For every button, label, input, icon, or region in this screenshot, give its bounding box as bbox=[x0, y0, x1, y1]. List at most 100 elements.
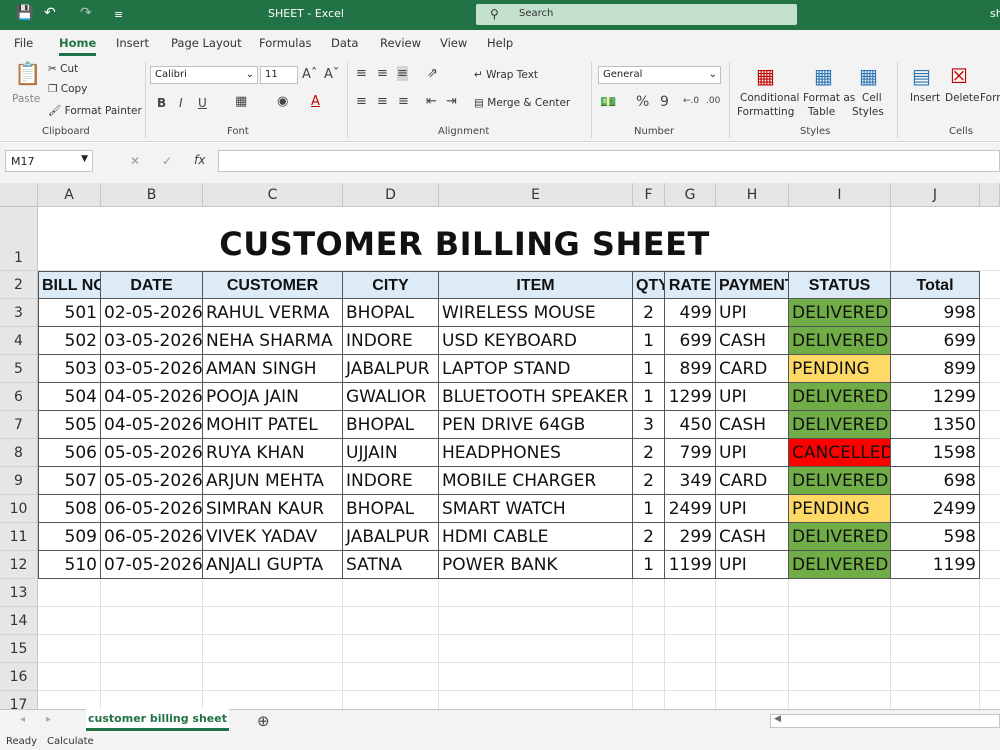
table-cell[interactable]: CARD bbox=[716, 355, 789, 383]
table-cell[interactable]: MOHIT PATEL bbox=[203, 411, 343, 439]
status-cell[interactable]: DELIVERED bbox=[789, 327, 891, 355]
table-cell[interactable]: 598 bbox=[891, 523, 980, 551]
table-cell[interactable]: 03-05-2026 bbox=[101, 327, 203, 355]
header-cell[interactable]: CITY bbox=[343, 271, 439, 299]
undo-icon[interactable]: ↶ bbox=[44, 5, 56, 21]
wrap-text-button[interactable]: ↵ Wrap Text bbox=[474, 69, 538, 81]
table-cell[interactable]: INDORE bbox=[343, 327, 439, 355]
status-cell[interactable]: PENDING bbox=[789, 355, 891, 383]
table-cell[interactable]: MOBILE CHARGER bbox=[439, 467, 633, 495]
table-cell[interactable]: 502 bbox=[38, 327, 101, 355]
horizontal-scrollbar[interactable]: ◀ bbox=[770, 714, 1000, 728]
table-cell[interactable]: UPI bbox=[716, 299, 789, 327]
table-cell[interactable]: 1350 bbox=[891, 411, 980, 439]
table-cell[interactable]: CASH bbox=[716, 411, 789, 439]
select-all-corner[interactable] bbox=[0, 183, 38, 207]
table-cell[interactable]: 799 bbox=[665, 439, 716, 467]
column-header-c[interactable]: C bbox=[203, 183, 343, 207]
header-cell[interactable]: PAYMENT bbox=[716, 271, 789, 299]
top-align-icon[interactable]: ≡ bbox=[356, 66, 367, 81]
tab-page-layout[interactable]: Page Layout bbox=[171, 36, 242, 50]
name-box[interactable]: M17 ▼ bbox=[5, 150, 93, 172]
table-cell[interactable]: 508 bbox=[38, 495, 101, 523]
table-cell[interactable]: BHOPAL bbox=[343, 299, 439, 327]
row-header-12[interactable]: 12 bbox=[0, 551, 38, 579]
table-cell[interactable]: 02-05-2026 bbox=[101, 299, 203, 327]
table-cell[interactable]: 699 bbox=[665, 327, 716, 355]
sheet-tab-customer-billing-sheet[interactable]: customer billing sheet bbox=[86, 709, 229, 731]
tab-formulas[interactable]: Formulas bbox=[259, 36, 312, 50]
table-cell[interactable]: 2499 bbox=[665, 495, 716, 523]
row-header-10[interactable]: 10 bbox=[0, 495, 38, 523]
paste-button[interactable]: Paste bbox=[12, 93, 40, 105]
scroll-right-icon[interactable]: ▸ bbox=[46, 714, 51, 725]
merge-center-button[interactable]: ▤ Merge & Center bbox=[474, 97, 570, 109]
search-box[interactable]: ⚲ Search bbox=[476, 4, 797, 25]
table-cell[interactable]: 698 bbox=[891, 467, 980, 495]
middle-align-icon[interactable]: ≡ bbox=[377, 66, 388, 81]
row-header-5[interactable]: 5 bbox=[0, 355, 38, 383]
table-cell[interactable]: CASH bbox=[716, 327, 789, 355]
decrease-indent-icon[interactable]: ⇤ bbox=[426, 94, 437, 109]
table-cell[interactable]: 1299 bbox=[891, 383, 980, 411]
table-cell[interactable]: 499 bbox=[665, 299, 716, 327]
user-account[interactable]: sh bbox=[990, 7, 1000, 20]
table-cell[interactable]: 2 bbox=[633, 467, 665, 495]
bottom-align-icon[interactable]: ≡ bbox=[397, 66, 408, 81]
table-cell[interactable]: 2499 bbox=[891, 495, 980, 523]
table-cell[interactable]: BHOPAL bbox=[343, 411, 439, 439]
status-cell[interactable]: DELIVERED bbox=[789, 551, 891, 579]
column-header-i[interactable]: I bbox=[789, 183, 891, 207]
table-cell[interactable]: 1199 bbox=[891, 551, 980, 579]
font-color-button[interactable]: A bbox=[311, 94, 320, 109]
format-cells-button[interactable]: Form bbox=[980, 92, 1000, 104]
table-cell[interactable]: 05-05-2026 bbox=[101, 467, 203, 495]
orientation-icon[interactable]: ⇗ bbox=[427, 66, 438, 81]
comma-button[interactable]: 9 bbox=[660, 94, 669, 110]
row-header-4[interactable]: 4 bbox=[0, 327, 38, 355]
tab-home[interactable]: Home bbox=[59, 36, 97, 56]
table-cell[interactable]: 504 bbox=[38, 383, 101, 411]
table-cell[interactable]: 1199 bbox=[665, 551, 716, 579]
table-cell[interactable]: 503 bbox=[38, 355, 101, 383]
status-calculate[interactable]: Calculate bbox=[47, 736, 94, 747]
bold-button[interactable]: B bbox=[157, 96, 166, 110]
status-cell[interactable]: PENDING bbox=[789, 495, 891, 523]
decrease-font-icon[interactable]: Aˇ bbox=[324, 67, 339, 82]
header-cell[interactable]: STATUS bbox=[789, 271, 891, 299]
table-cell[interactable]: LAPTOP STAND bbox=[439, 355, 633, 383]
align-center-icon[interactable]: ≡ bbox=[377, 94, 388, 109]
align-left-icon[interactable]: ≡ bbox=[356, 94, 367, 109]
status-cell[interactable]: CANCELLED bbox=[789, 439, 891, 467]
table-cell[interactable]: CASH bbox=[716, 523, 789, 551]
table-cell[interactable]: 899 bbox=[891, 355, 980, 383]
column-header-d[interactable]: D bbox=[343, 183, 439, 207]
row-header-17[interactable]: 17 bbox=[0, 691, 38, 709]
table-cell[interactable]: NEHA SHARMA bbox=[203, 327, 343, 355]
scroll-left-arrow-icon[interactable]: ◀ bbox=[774, 714, 781, 724]
row-header-3[interactable]: 3 bbox=[0, 299, 38, 327]
table-cell[interactable]: UPI bbox=[716, 551, 789, 579]
status-cell[interactable]: DELIVERED bbox=[789, 523, 891, 551]
table-cell[interactable]: 510 bbox=[38, 551, 101, 579]
column-header-e[interactable]: E bbox=[439, 183, 633, 207]
table-cell[interactable]: 04-05-2026 bbox=[101, 383, 203, 411]
tab-file[interactable]: File bbox=[14, 36, 33, 50]
table-cell[interactable]: GWALIOR bbox=[343, 383, 439, 411]
add-sheet-icon[interactable]: ⊕ bbox=[257, 712, 270, 730]
table-cell[interactable]: 509 bbox=[38, 523, 101, 551]
decrease-decimal-icon[interactable]: .00 bbox=[706, 96, 720, 106]
italic-button[interactable]: I bbox=[179, 96, 183, 110]
table-cell[interactable]: 07-05-2026 bbox=[101, 551, 203, 579]
column-header-h[interactable]: H bbox=[716, 183, 789, 207]
currency-icon[interactable]: 💵 bbox=[600, 95, 616, 110]
column-header-j[interactable]: J bbox=[891, 183, 980, 207]
status-cell[interactable]: DELIVERED bbox=[789, 299, 891, 327]
percent-button[interactable]: % bbox=[636, 94, 649, 110]
status-cell[interactable]: DELIVERED bbox=[789, 467, 891, 495]
column-header-g[interactable]: G bbox=[665, 183, 716, 207]
tab-view[interactable]: View bbox=[440, 36, 467, 50]
status-cell[interactable]: DELIVERED bbox=[789, 383, 891, 411]
increase-font-icon[interactable]: Aˆ bbox=[302, 67, 317, 82]
table-cell[interactable]: UPI bbox=[716, 495, 789, 523]
